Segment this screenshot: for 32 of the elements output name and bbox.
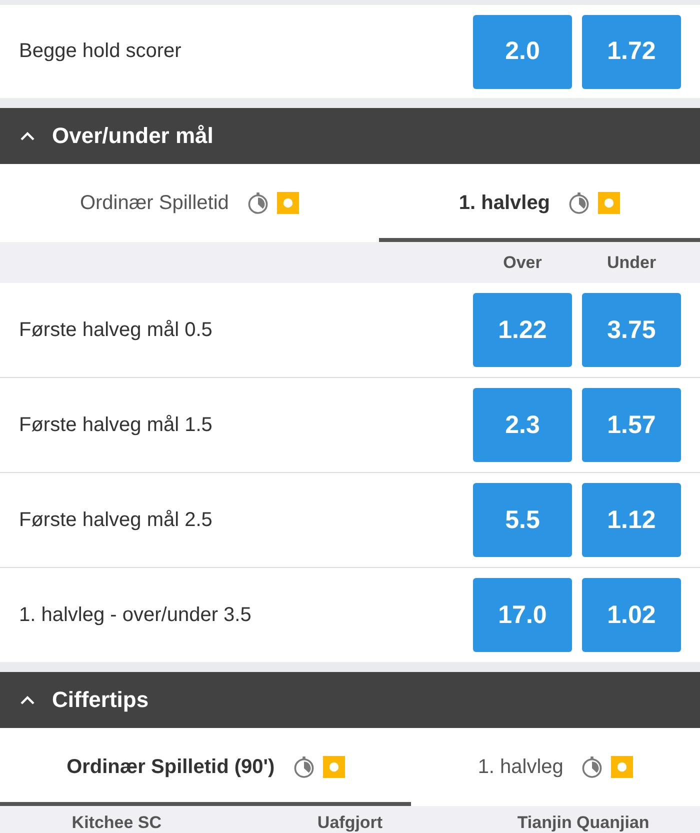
market-label: Første halveg mål 0.5 bbox=[19, 318, 214, 342]
stopwatch-icon bbox=[292, 756, 315, 778]
section-header[interactable]: Over/under mål bbox=[0, 108, 700, 164]
market-label: Første halveg mål 2.5 bbox=[19, 508, 214, 532]
stopwatch-icon bbox=[246, 192, 269, 214]
stopwatch-icon bbox=[581, 756, 604, 778]
odds-button[interactable]: 1.12 bbox=[582, 483, 681, 557]
column-heading: Tianjin Quanjian bbox=[517, 813, 650, 832]
odds-button[interactable]: 1.22 bbox=[473, 293, 572, 367]
odds-button[interactable]: 2.3 bbox=[473, 388, 572, 462]
column-heading: Under bbox=[606, 253, 658, 272]
column-heading: Uafgjort bbox=[317, 813, 383, 832]
odds-button[interactable]: 1.02 bbox=[582, 578, 681, 652]
column-heading: Kitchee SC bbox=[72, 813, 162, 832]
market-label: Første halveg mål 1.5 bbox=[19, 414, 214, 436]
odds-button[interactable]: 3.75 bbox=[582, 293, 681, 367]
dot-square-icon bbox=[611, 756, 634, 778]
chevron-icon bbox=[20, 696, 35, 704]
dot-square-icon bbox=[322, 756, 345, 778]
market-label: Begge hold scorer bbox=[19, 40, 182, 63]
odds-button[interactable]: 5.5 bbox=[473, 483, 572, 557]
section-header[interactable]: Ciffertips bbox=[0, 672, 700, 728]
chevron-icon bbox=[20, 132, 35, 140]
dot-square-icon bbox=[276, 192, 299, 214]
market-label: 1. halvleg - over/under 3.5 bbox=[19, 604, 252, 626]
odds-button[interactable]: 17.0 bbox=[473, 578, 572, 652]
odds-button[interactable]: 2.0 bbox=[473, 14, 572, 88]
stopwatch-icon bbox=[568, 192, 590, 214]
odds-button[interactable]: 1.57 bbox=[582, 388, 681, 462]
odds-button[interactable]: 1.72 bbox=[582, 14, 681, 88]
dot-square-icon bbox=[598, 192, 620, 214]
column-heading: Over bbox=[502, 253, 543, 272]
